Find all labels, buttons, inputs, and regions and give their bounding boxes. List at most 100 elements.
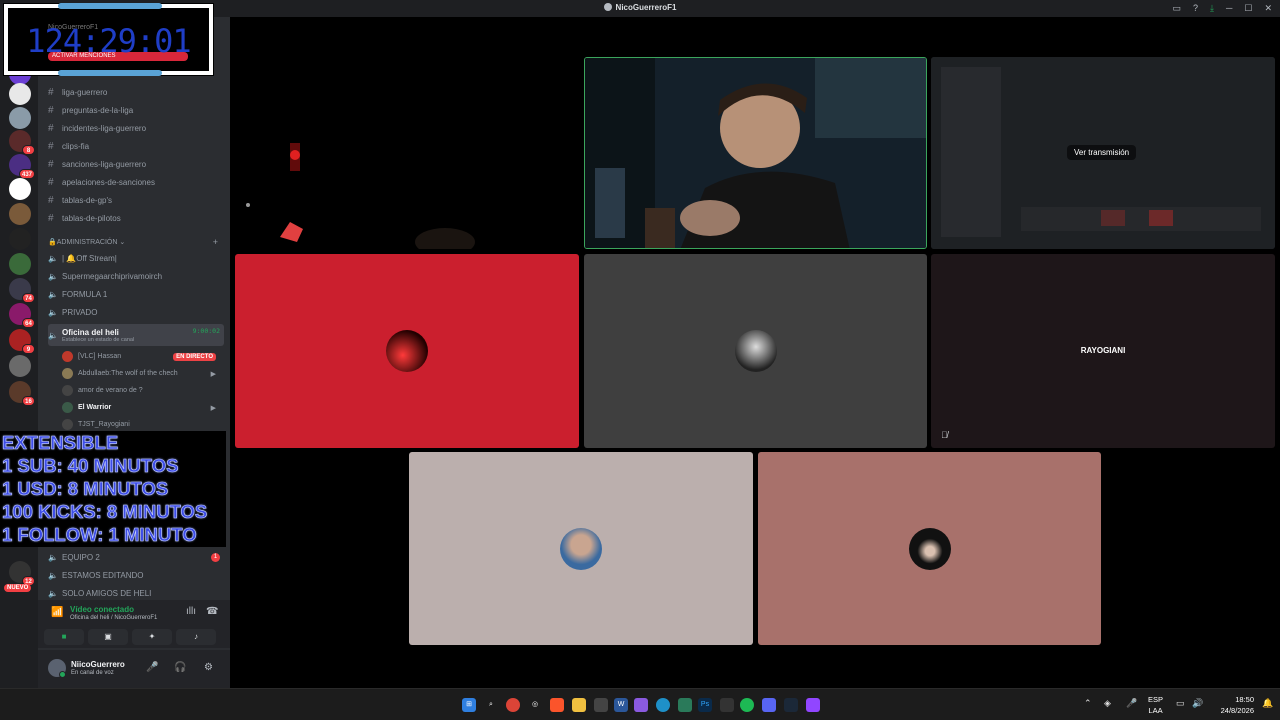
participant-tile-3[interactable]: RAYOGIANI 🎙̸ (931, 254, 1275, 448)
photoshop-icon[interactable]: Ps (698, 698, 712, 712)
inbox-icon[interactable]: ▭ (1172, 3, 1181, 14)
voice-member[interactable]: [VLC] Hassan EN DIRECTO (62, 349, 222, 364)
microphone-tray-icon[interactable]: 🎤 (1126, 698, 1137, 709)
tray-app-icon[interactable]: ◈ (1104, 698, 1111, 709)
noise-suppression-icon[interactable]: ıllı (186, 606, 196, 617)
server-icon[interactable]: 16 (9, 381, 35, 406)
text-channel[interactable]: # liga-guerrero (48, 84, 224, 100)
text-channel[interactable]: # incidentes-liga-guerrero (48, 120, 224, 136)
text-channel[interactable]: # clips-fia (48, 138, 224, 154)
channel-name: clips-fia (62, 141, 90, 151)
text-channel[interactable]: # preguntas-de-la-liga (48, 102, 224, 118)
settings-gear-icon[interactable]: ⚙ (204, 662, 213, 673)
voice-channel[interactable]: 🔈 Supermegaarchiprivamoirch (48, 268, 224, 284)
participant-tile-5[interactable] (758, 452, 1101, 645)
minimize-icon[interactable]: ─ (1226, 3, 1232, 14)
search-icon[interactable]: ⌕ (484, 698, 498, 712)
spotify-icon[interactable] (740, 698, 754, 712)
watch-stream-button[interactable]: Ver transmisión (1067, 145, 1137, 160)
server-icon[interactable] (9, 253, 31, 275)
microphone-icon[interactable]: 🎤 (146, 662, 158, 673)
channel-name: preguntas-de-la-liga (62, 105, 134, 115)
voice-channel[interactable]: 🔈 EQUIPO 2 1 (48, 549, 224, 565)
file-explorer-icon[interactable] (572, 698, 586, 712)
word-icon[interactable]: W (614, 698, 628, 712)
text-channel[interactable]: # apelaciones-de-sanciones (48, 174, 224, 190)
help-icon[interactable]: ? (1193, 3, 1198, 14)
server-icon[interactable]: 8 (9, 130, 35, 155)
headphones-icon[interactable]: 🎧 (174, 662, 186, 673)
app-icon[interactable] (594, 698, 608, 712)
edge-icon[interactable] (656, 698, 670, 712)
voice-channel[interactable]: 🔈 SOLO AMIGOS DE HELI (48, 585, 224, 601)
avatar (386, 330, 428, 372)
server-icon[interactable] (9, 107, 31, 129)
voice-location[interactable]: Oficina del heli / NicoGuerreroF1 (70, 615, 157, 621)
server-icon[interactable] (9, 228, 31, 250)
volume-icon[interactable]: 🔊 (1192, 698, 1203, 709)
server-icon[interactable] (9, 83, 31, 105)
copilot-icon[interactable]: ◎ (528, 698, 542, 712)
voice-member[interactable]: El Warrior ▶ (62, 400, 222, 415)
soundboard-button[interactable]: ♪ (176, 629, 216, 645)
participant-tile-4[interactable] (409, 452, 753, 645)
maximize-icon[interactable]: ☐ (1244, 3, 1252, 14)
camera-button[interactable]: ■ (44, 629, 84, 645)
voice-channel[interactable]: 🔈 FORMULA 1 (48, 286, 224, 302)
app-icon-2[interactable] (678, 698, 692, 712)
text-channel[interactable]: # tablas-de-gp's (48, 192, 224, 208)
show-hidden-icons-icon[interactable]: ⌃ (1084, 698, 1092, 709)
activities-button[interactable]: ✦ (132, 629, 172, 645)
add-channel-icon[interactable]: + (213, 237, 218, 247)
start-icon[interactable]: ⊞ (462, 698, 476, 712)
server-icon[interactable]: 9 (9, 329, 35, 354)
clock[interactable]: 18:50 24/8/2026 (1221, 694, 1254, 716)
voice-channel[interactable]: 🔈 ESTAMOS EDITANDO (48, 567, 224, 583)
server-icon[interactable] (9, 203, 31, 225)
channel-name: ESTAMOS EDITANDO (62, 570, 144, 580)
signal-icon[interactable]: 📶 (51, 607, 63, 618)
server-icon[interactable]: 74 (9, 278, 35, 303)
download-icon[interactable]: ⤓ (1210, 3, 1214, 14)
network-icon[interactable]: ▭ (1176, 698, 1185, 709)
server-icon[interactable] (9, 178, 31, 200)
video-tile-webcam[interactable] (584, 57, 927, 249)
close-icon[interactable]: ✕ (1264, 3, 1272, 14)
video-tile-stream[interactable]: Ver transmisión (931, 57, 1275, 249)
text-channel[interactable]: # sanciones-liga-guerrero (48, 156, 224, 172)
steam-icon[interactable] (784, 698, 798, 712)
participant-tile-2[interactable] (584, 254, 927, 448)
disconnect-icon[interactable]: ☎ (206, 606, 218, 617)
brave-icon[interactable] (550, 698, 564, 712)
participant-tile-1[interactable] (235, 254, 579, 448)
language-indicator[interactable]: ESP LAA (1148, 694, 1163, 716)
screen-share-button[interactable]: ▣ (88, 629, 128, 645)
server-icon[interactable]: 12 (9, 561, 35, 586)
server-icon[interactable]: 64 (9, 303, 35, 328)
copilot-app-icon[interactable] (634, 698, 648, 712)
live-badge: EN DIRECTO (173, 352, 216, 361)
server-icon[interactable] (9, 355, 31, 377)
promo-line: 1 USD: 8 MINUTOS (2, 478, 169, 500)
username[interactable]: NiicoGuerrero (71, 660, 125, 669)
voice-member[interactable]: TJST_Rayogiani (62, 417, 222, 432)
voice-status[interactable]: Vídeo conectado (70, 605, 134, 614)
category-administracion[interactable]: 🔒ADMINISTRACIÓN ⌄ + (48, 237, 224, 247)
hash-icon: # (48, 194, 54, 206)
server-icon[interactable]: 437 (9, 154, 35, 179)
notifications-icon[interactable]: 🔔 (1262, 698, 1273, 709)
extensible-overlay: EXTENSIBLE 1 SUB: 40 MINUTOS 1 USD: 8 MINU… (0, 431, 226, 547)
twitch-icon[interactable] (806, 698, 820, 712)
voice-member[interactable]: Abdullaeb:The wolf of the chech ▶ (62, 366, 222, 381)
app-icon-3[interactable] (720, 698, 734, 712)
chrome-icon[interactable] (506, 698, 520, 712)
speaker-icon: 🔈 (48, 307, 58, 317)
video-tile-dark[interactable] (235, 57, 579, 249)
voice-channel[interactable]: 🔈 PRIVADO (48, 304, 224, 320)
member-name: amor de verano de ? (78, 387, 143, 394)
text-channel[interactable]: # tablas-de-pilotos (48, 210, 224, 226)
voice-member[interactable]: amor de verano de ? (62, 383, 222, 398)
voice-channel[interactable]: 🔈 | 🔔Off Stream| (48, 250, 224, 266)
discord-icon[interactable] (762, 698, 776, 712)
voice-channel-selected[interactable]: 🔈 Oficina del heli Establece un estado de … (48, 324, 224, 346)
